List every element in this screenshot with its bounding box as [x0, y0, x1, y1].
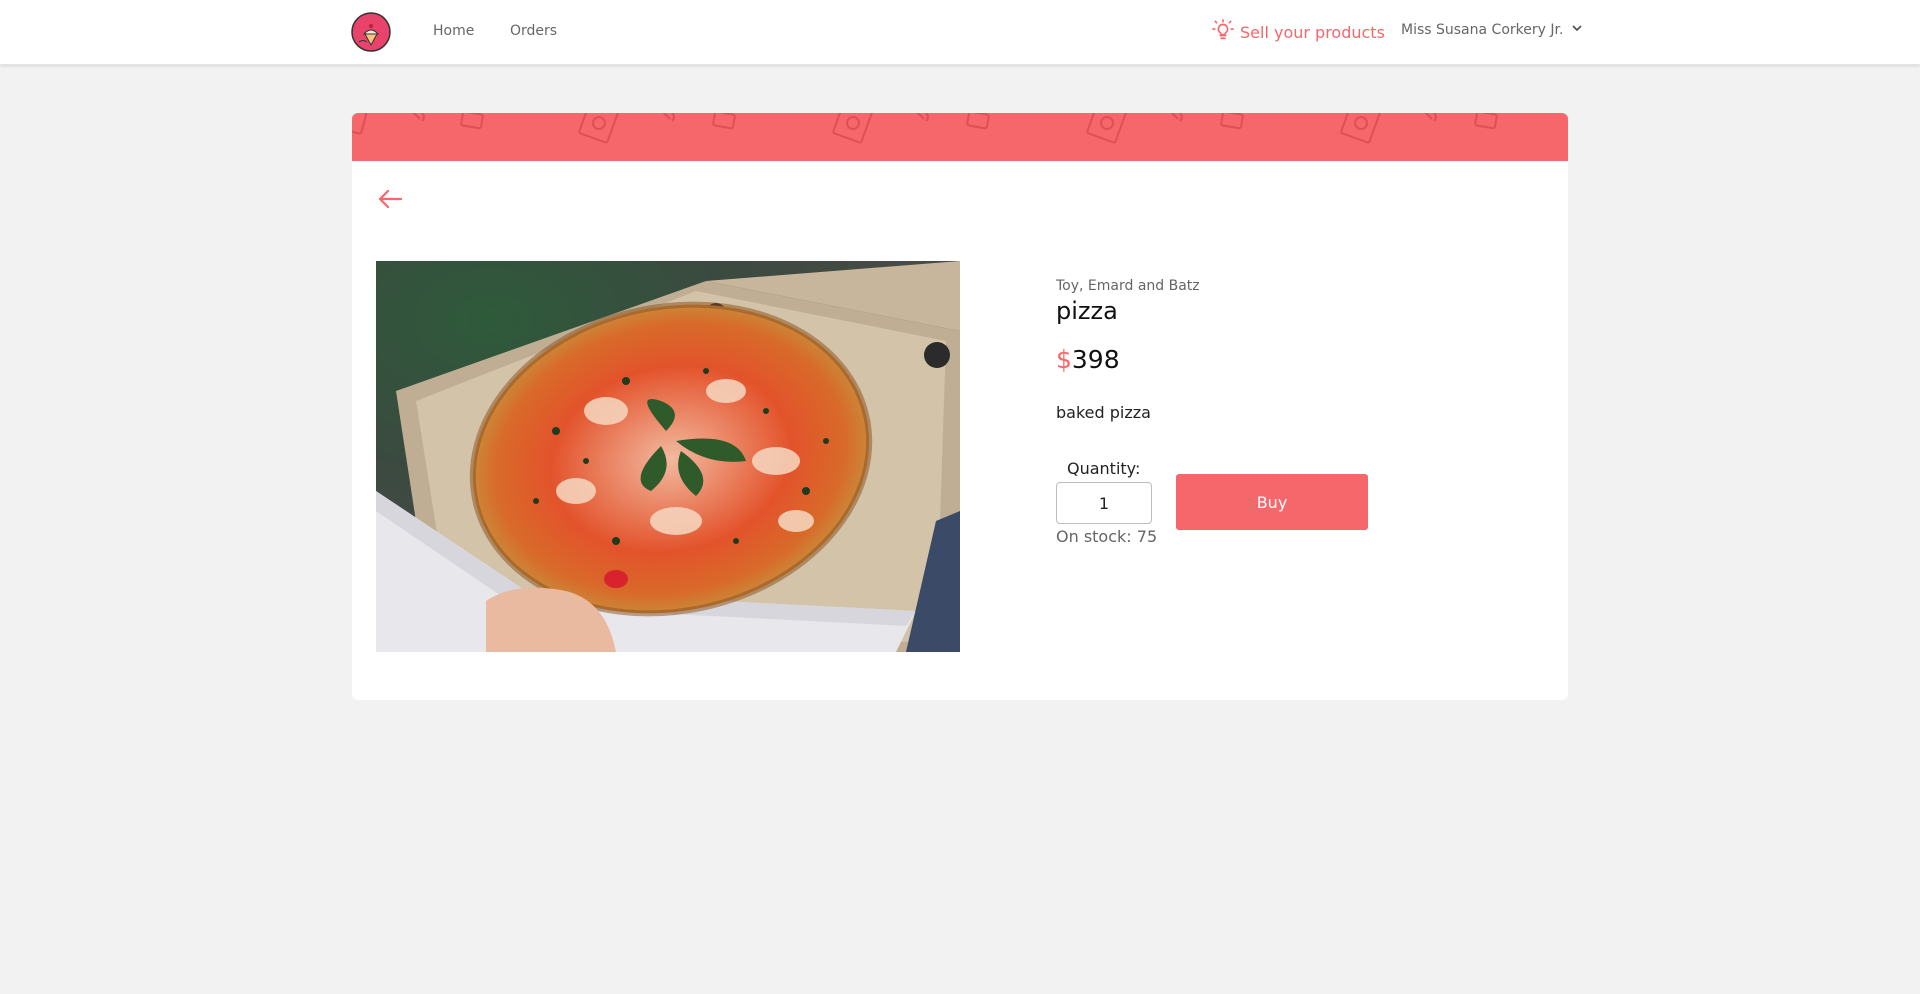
ice-cream-logo-icon[interactable]	[351, 12, 391, 52]
lightbulb-icon	[1212, 19, 1234, 45]
nav-orders-link[interactable]: Orders	[510, 23, 557, 39]
arrow-left-icon	[377, 188, 403, 214]
user-menu[interactable]: Miss Susana Corkery Jr.	[1401, 22, 1583, 38]
product-description: baked pizza	[1056, 403, 1151, 422]
sell-products-link[interactable]: Sell your products	[1212, 19, 1385, 45]
user-name: Miss Susana Corkery Jr.	[1401, 22, 1564, 38]
price-value: 398	[1071, 345, 1120, 374]
stock-text: On stock: 75	[1056, 527, 1158, 546]
product-company: Toy, Emard and Batz	[1056, 278, 1200, 294]
top-navbar: Home Orders Sell your products Miss Susa…	[0, 0, 1920, 65]
nav-home-link[interactable]: Home	[433, 23, 474, 39]
quantity-label: Quantity:	[1067, 459, 1141, 478]
back-arrow-button[interactable]	[374, 185, 406, 217]
buy-button[interactable]: Buy	[1176, 474, 1368, 530]
product-image	[376, 261, 960, 652]
card-banner	[352, 113, 1568, 161]
chevron-down-icon	[1571, 22, 1583, 38]
price-currency: $	[1056, 345, 1072, 374]
product-title: pizza	[1056, 297, 1118, 325]
sell-products-label: Sell your products	[1240, 22, 1385, 42]
product-price: $398	[1056, 345, 1120, 374]
quantity-input[interactable]	[1056, 482, 1152, 524]
product-card: Toy, Emard and Batz pizza $398 baked piz…	[352, 113, 1568, 700]
